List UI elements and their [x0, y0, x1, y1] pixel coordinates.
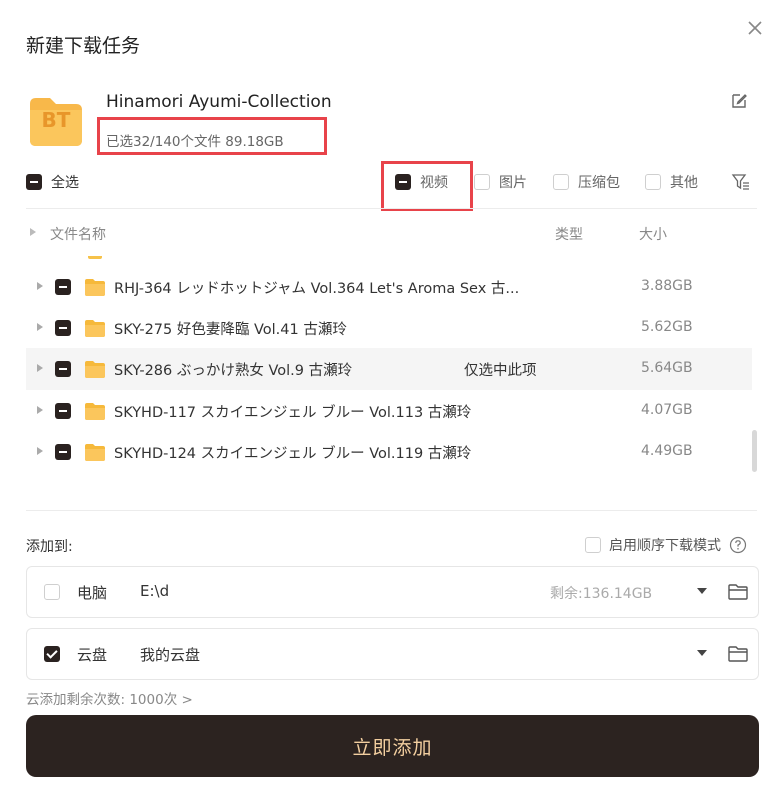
- add-to-label: 添加到:: [26, 539, 73, 555]
- expand-arrow-icon[interactable]: [37, 406, 43, 414]
- row-checkbox[interactable]: [55, 444, 71, 460]
- edit-icon[interactable]: [730, 92, 748, 110]
- chevron-down-icon[interactable]: [697, 588, 707, 594]
- file-size: 4.49GB: [641, 443, 693, 459]
- select-only-this-link[interactable]: 仅选中此项: [464, 359, 537, 380]
- expand-arrow-icon[interactable]: [37, 447, 43, 455]
- bt-badge-label: BT: [41, 108, 71, 132]
- filter-image[interactable]: 图片: [474, 172, 527, 192]
- local-free-space: 剩余:136.14GB: [550, 586, 653, 602]
- col-size-header[interactable]: 大小: [639, 224, 667, 244]
- file-list[interactable]: RHJ-364 レッドホットジャム Vol.364 Let's Aroma Se…: [26, 256, 752, 476]
- image-check-icon: [474, 174, 490, 190]
- cloud-checkbox[interactable]: [44, 646, 60, 662]
- folder-browse-icon[interactable]: [727, 644, 749, 664]
- row-checkbox[interactable]: [55, 403, 71, 419]
- file-name: SKY-275 好色妻降臨 Vol.41 古瀬玲: [114, 322, 347, 338]
- file-name: SKY-286 ぶっかけ熟女 Vol.9 古瀬玲: [114, 363, 353, 379]
- col-type-header[interactable]: 类型: [555, 224, 583, 244]
- other-check-icon: [645, 174, 661, 190]
- destination-local[interactable]: 电脑 E:\d 剩余:136.14GB: [26, 566, 759, 618]
- row-checkbox[interactable]: [55, 361, 71, 377]
- file-row[interactable]: SKYHD-117 スカイエンジェル ブルー Vol.113 古瀬玲 4.07G…: [26, 390, 752, 432]
- folder-browse-icon[interactable]: [727, 582, 749, 602]
- local-checkbox[interactable]: [44, 584, 60, 600]
- cloud-label: 云盘: [77, 646, 108, 664]
- local-path[interactable]: E:\d: [140, 582, 169, 600]
- folder-icon: [85, 444, 105, 461]
- folder-icon: [85, 320, 105, 337]
- filter-archive[interactable]: 压缩包: [553, 172, 620, 192]
- add-now-button[interactable]: 立即添加: [26, 715, 759, 777]
- sequential-check-icon: [585, 537, 601, 553]
- list-scrollbar[interactable]: [752, 430, 757, 472]
- filter-archive-label: 压缩包: [578, 175, 620, 191]
- file-size: 5.64GB: [641, 360, 693, 376]
- filter-settings-icon[interactable]: [731, 172, 751, 192]
- local-label: 电脑: [77, 584, 108, 602]
- cloud-path[interactable]: 我的云盘: [140, 644, 200, 665]
- folder-icon: [85, 403, 105, 420]
- highlight-box-video: [381, 161, 473, 211]
- folder-icon: [85, 279, 105, 296]
- select-all-label: 全选: [51, 175, 79, 191]
- file-size: 4.07GB: [641, 402, 693, 418]
- destination-cloud[interactable]: 云盘 我的云盘: [26, 628, 759, 680]
- cloud-remaining-link[interactable]: 云添加剩余次数: 1000次 >: [26, 688, 193, 708]
- row-checkbox[interactable]: [55, 320, 71, 336]
- file-row[interactable]: SKY-275 好色妻降臨 Vol.41 古瀬玲 5.62GB: [26, 307, 752, 349]
- row-checkbox[interactable]: [55, 279, 71, 295]
- filter-other-label: 其他: [670, 175, 698, 191]
- divider: [26, 208, 757, 209]
- col-name-header[interactable]: 文件名称: [50, 224, 106, 244]
- file-row[interactable]: SKY-286 ぶっかけ熟女 Vol.9 古瀬玲 仅选中此项 5.64GB: [26, 348, 752, 390]
- file-row[interactable]: SKYHD-124 スカイエンジェル ブルー Vol.119 古瀬玲 4.49G…: [26, 431, 752, 473]
- torrent-name: Hinamori Ayumi-Collection: [106, 92, 332, 112]
- file-name: SKYHD-117 スカイエンジェル ブルー Vol.113 古瀬玲: [114, 405, 472, 421]
- new-download-dialog: 新建下载任务 BT Hinamori Ayumi-Collection 已选32…: [0, 0, 783, 803]
- filter-image-label: 图片: [499, 175, 527, 191]
- file-name: SKYHD-124 スカイエンジェル ブルー Vol.119 古瀬玲: [114, 446, 472, 462]
- expand-all-icon[interactable]: [30, 228, 36, 236]
- filter-other[interactable]: 其他: [645, 172, 698, 192]
- file-name: RHJ-364 レッドホットジャム Vol.364 Let's Aroma Se…: [114, 281, 520, 297]
- dialog-title: 新建下载任务: [26, 35, 141, 57]
- file-size: 3.88GB: [641, 278, 693, 294]
- expand-arrow-icon[interactable]: [37, 364, 43, 372]
- chevron-down-icon[interactable]: [697, 650, 707, 656]
- expand-arrow-icon[interactable]: [37, 323, 43, 331]
- close-icon[interactable]: [745, 18, 765, 38]
- divider: [26, 510, 757, 511]
- folder-icon: [85, 361, 105, 378]
- highlight-box-summary: [97, 117, 327, 155]
- sequential-mode-toggle[interactable]: 启用顺序下载模式: [585, 535, 747, 555]
- expand-arrow-icon[interactable]: [37, 282, 43, 290]
- file-row[interactable]: RHJ-364 レッドホットジャム Vol.364 Let's Aroma Se…: [26, 266, 752, 308]
- select-all-check-icon: [26, 174, 42, 190]
- help-icon[interactable]: [729, 536, 747, 554]
- file-size: 5.62GB: [641, 319, 693, 335]
- sequential-mode-label: 启用顺序下载模式: [609, 538, 721, 554]
- select-all-checkbox[interactable]: 全选: [26, 172, 79, 192]
- archive-check-icon: [553, 174, 569, 190]
